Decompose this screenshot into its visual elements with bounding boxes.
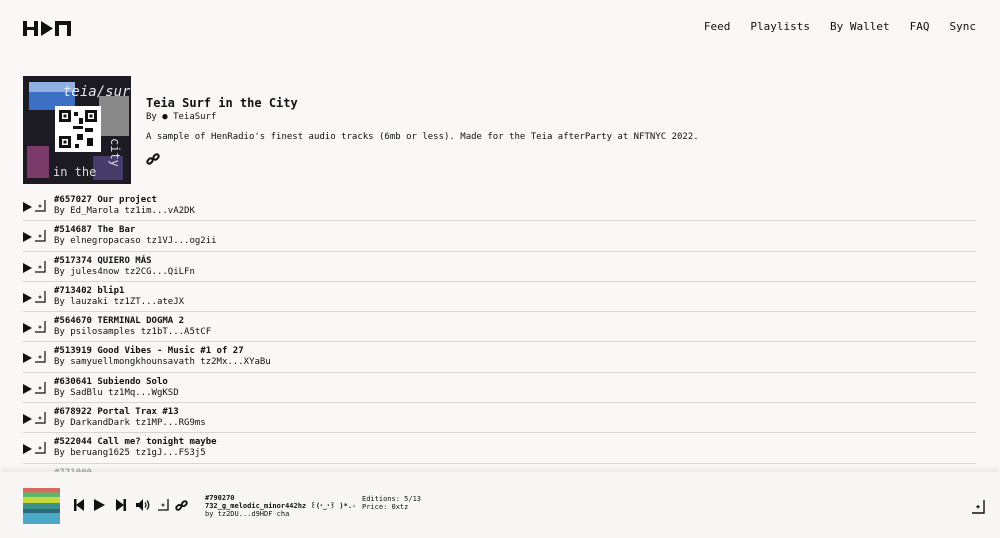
play-icon[interactable] xyxy=(23,444,32,455)
nav-faq[interactable]: FAQ xyxy=(910,20,930,33)
link-icon[interactable] xyxy=(146,152,160,166)
track-row[interactable]: #678922 Portal Trax #13 By DarkandDark tz… xyxy=(23,403,976,434)
track-row[interactable]: #657027 Our project By Ed_Marola tz1im...… xyxy=(23,191,976,222)
add-to-playlist-icon[interactable] xyxy=(35,200,46,212)
track-title[interactable]: #713402 blip1 xyxy=(54,286,124,296)
header: Feed Playlists By Wallet FAQ Sync xyxy=(0,0,1000,56)
track-row[interactable]: #564670 TERMINAL DOGMA 2 By psilosamples … xyxy=(23,312,976,343)
editions-label: Editions: 5/13 xyxy=(362,495,422,503)
playlist-cover: teia/surf city in the xyxy=(23,76,131,184)
track-title[interactable]: #678922 Portal Trax #13 xyxy=(54,407,179,417)
track-row[interactable]: #713402 blip1 By lauzaki tz1ZT...ateJX xyxy=(23,282,976,313)
play-icon[interactable] xyxy=(23,414,32,425)
now-playing-title: 732_g_melodic_minor442hz ꒰(･‿･꒱ )*.✧ xyxy=(205,502,357,510)
track-row[interactable]: #630641 Subiendo Solo By SadBlu tz1Mq...W… xyxy=(23,373,976,404)
nav-by-wallet[interactable]: By Wallet xyxy=(830,20,890,33)
previous-icon[interactable] xyxy=(74,499,84,511)
now-playing-market: Editions: 5/13 Price: 0xtz xyxy=(362,495,421,511)
add-to-playlist-icon[interactable] xyxy=(35,260,46,273)
track-title[interactable]: #513919 Good Vibes - Music #1 of 27 xyxy=(54,346,244,356)
add-to-playlist-icon[interactable] xyxy=(35,321,46,333)
main-nav: Feed Playlists By Wallet FAQ Sync xyxy=(704,20,976,33)
link-icon[interactable] xyxy=(175,499,188,512)
svg-text:in the: in the xyxy=(53,165,96,179)
track-row[interactable]: #522044 Call me? tonight maybe By beruang… xyxy=(23,433,976,464)
track-artist[interactable]: By DarkandDark tz1MP...RG9ms xyxy=(54,418,206,428)
playlist-title: Teia Surf in the City xyxy=(146,96,298,110)
now-playing-id: #790270 xyxy=(205,494,235,502)
track-artist[interactable]: By elnegropacaso tz1VJ...og2ii xyxy=(54,236,217,246)
now-playing-info: #790270 732_g_melodic_minor442hz ꒰(･‿･꒱ … xyxy=(205,494,356,518)
play-icon[interactable] xyxy=(23,383,32,394)
play-icon[interactable] xyxy=(23,323,32,334)
playlist-info: Teia Surf in the City By ● TeiaSurf A sa… xyxy=(146,96,699,166)
nav-feed[interactable]: Feed xyxy=(704,20,731,33)
add-to-playlist-icon[interactable] xyxy=(158,499,169,511)
playlist-header: teia/surf city in the Teia Surf in the C… xyxy=(23,76,978,186)
play-icon[interactable] xyxy=(23,202,32,212)
track-title[interactable]: #564670 TERMINAL DOGMA 2 xyxy=(54,316,184,326)
play-icon[interactable] xyxy=(23,292,32,303)
play-icon[interactable] xyxy=(23,262,32,273)
playlist-author[interactable]: By ● TeiaSurf xyxy=(146,112,699,122)
nav-sync[interactable]: Sync xyxy=(950,20,977,33)
track-title[interactable]: #630641 Subiendo Solo xyxy=(54,377,168,387)
play-icon[interactable] xyxy=(94,499,105,511)
track-artist[interactable]: By lauzaki tz1ZT...ateJX xyxy=(54,297,184,307)
playlist-description: A sample of HenRadio's finest audio trac… xyxy=(146,132,699,142)
volume-icon[interactable] xyxy=(136,499,151,511)
next-icon[interactable] xyxy=(116,499,126,511)
track-row[interactable]: #771000 ... xyxy=(23,464,976,472)
add-to-playlist-icon[interactable] xyxy=(35,442,46,454)
track-row[interactable]: #517374 QUIERO MÁS By jules4now tz2CG...Q… xyxy=(23,252,976,282)
add-to-playlist-icon[interactable] xyxy=(35,381,46,394)
add-to-playlist-icon[interactable] xyxy=(35,351,46,364)
track-title[interactable]: #657027 Our project xyxy=(54,195,157,205)
play-icon[interactable] xyxy=(23,353,32,364)
svg-text:city: city xyxy=(108,138,122,167)
track-title[interactable]: #514687 The Bar xyxy=(54,225,135,235)
logo[interactable] xyxy=(23,21,71,36)
add-to-playlist-icon[interactable] xyxy=(35,230,46,242)
track-row[interactable]: #514687 The Bar By elnegropacaso tz1VJ...… xyxy=(23,221,976,252)
track-artist[interactable]: By Ed_Marola tz1im...vA2DK xyxy=(54,206,195,216)
add-to-playlist-icon[interactable] xyxy=(972,500,985,514)
track-title[interactable]: #517374 QUIERO MÁS xyxy=(54,256,152,266)
track-title[interactable]: #522044 Call me? tonight maybe xyxy=(54,437,217,447)
now-playing-artist[interactable]: by tz2DU...d9HDF cha xyxy=(205,510,356,518)
track-artist[interactable]: By SadBlu tz1Mq...WgKSD xyxy=(54,388,179,398)
player-bar: #790270 732_g_melodic_minor442hz ꒰(･‿･꒱ … xyxy=(0,472,1000,538)
add-to-playlist-icon[interactable] xyxy=(35,412,46,424)
track-list: #657027 Our project By Ed_Marola tz1im...… xyxy=(23,191,976,472)
svg-text:teia/surf: teia/surf xyxy=(63,84,131,100)
nav-playlists[interactable]: Playlists xyxy=(750,20,810,33)
track-artist[interactable]: By beruang1625 tz1gJ...FS3j5 xyxy=(54,448,206,458)
play-icon[interactable] xyxy=(23,232,32,243)
track-artist[interactable]: By jules4now tz2CG...QiLFn xyxy=(54,267,195,277)
track-row[interactable]: #513919 Good Vibes - Music #1 of 27 By sa… xyxy=(23,342,976,373)
price-label: Price: 0xtz xyxy=(362,503,409,511)
add-to-playlist-icon[interactable] xyxy=(35,290,46,303)
track-artist[interactable]: By samyuellmongkhounsavath tz2Mx...XYaBu xyxy=(54,357,271,367)
track-artist[interactable]: By psilosamples tz1bT...A5tCF xyxy=(54,327,211,337)
now-playing-artwork xyxy=(23,488,60,524)
